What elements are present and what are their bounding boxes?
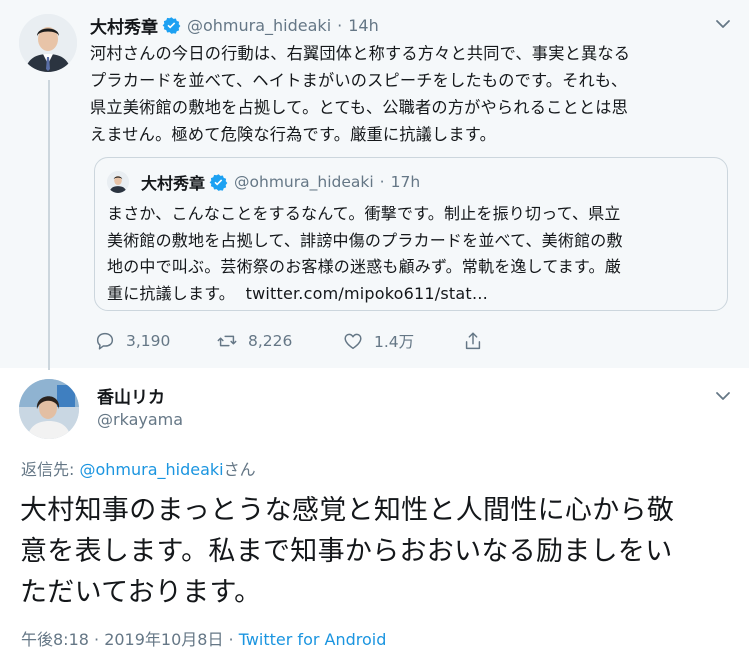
- author-name[interactable]: 大村秀章: [90, 13, 158, 38]
- parent-tweet-text: 河村さんの今日の行動は、右翼団体と称する方々と共同で、事実と異なる プラカードを…: [90, 40, 730, 148]
- retweet-button[interactable]: 8,226: [216, 330, 342, 352]
- reply-author-handle[interactable]: @rkayama: [97, 410, 183, 429]
- verified-badge-icon: [209, 173, 228, 192]
- reply-tweet-text: 大村知事のまっとうな感覚と知性と人間性に心から敬 意を表します。私まで知事からお…: [20, 490, 732, 613]
- reply-author-name[interactable]: 香山リカ: [97, 383, 165, 408]
- text-line: プラカードを並べて、ヘイトまがいのスピーチをしたものです。それも、: [90, 71, 628, 90]
- reply-button[interactable]: 3,190: [94, 330, 216, 352]
- quoted-author-handle: @ohmura_hideaki: [234, 173, 374, 191]
- text-line: 意を表します。私まで知事からおおいなる励ましをい: [20, 536, 673, 567]
- author-handle[interactable]: @ohmura_hideaki: [187, 16, 331, 35]
- quoted-tweet-header: 大村秀章 @ohmura_hideaki · 17h: [107, 170, 420, 194]
- share-button[interactable]: [462, 330, 494, 352]
- text-line: まさか、こんなことをするなんて。衝撃です。制止を振り切って、県立: [107, 204, 621, 223]
- text-line: ただいております。: [20, 577, 262, 608]
- parent-tweet-header: 大村秀章 @ohmura_hideaki · 14h: [90, 12, 379, 38]
- separator-dot: ·: [379, 173, 385, 191]
- heart-icon: [344, 333, 362, 350]
- mention-link[interactable]: @ohmura_hideaki: [79, 460, 223, 479]
- chevron-down-icon[interactable]: [713, 386, 733, 406]
- like-button[interactable]: 1.4万: [342, 330, 462, 352]
- tweet-source-link[interactable]: Twitter for Android: [239, 630, 387, 649]
- retweet-count: 8,226: [248, 332, 293, 350]
- text-line: えません。極めて危険な行為です。厳重に抗議します。: [90, 125, 496, 144]
- text-line: 県立美術館の敷地を占拠して。とても、公職者の方がやられることとは思: [90, 98, 629, 117]
- tweet-time[interactable]: 14h: [348, 16, 379, 35]
- avatar-kayama[interactable]: [19, 379, 79, 439]
- replying-to: 返信先: @ohmura_hideakiさん: [21, 456, 256, 480]
- quoted-tweet-time: 17h: [390, 173, 421, 191]
- like-count: 1.4万: [374, 333, 415, 351]
- reply-count: 3,190: [126, 332, 171, 350]
- text-line: 大村知事のまっとうな感覚と知性と人間性に心から敬: [20, 495, 675, 526]
- quoted-avatar: [107, 171, 129, 193]
- avatar-omura[interactable]: [19, 14, 77, 72]
- text-line: 美術館の敷地を占拠して、誹謗中傷のプラカードを並べて、美術館の敷: [107, 230, 623, 250]
- replying-to-suffix: さん: [223, 460, 256, 479]
- text-line: 地の中で叫ぶ。芸術祭のお客様の迷惑も顧みず。常軌を逸してます。厳: [107, 257, 621, 276]
- separator-dot: ·: [337, 15, 343, 35]
- tweet-meta: 午後8:18 · 2019年10月8日 · Twitter for Androi…: [21, 626, 386, 650]
- quoted-tweet-text: まさか、こんなことをするなんて。衝撃です。制止を振り切って、県立 美術館の敷地を…: [107, 201, 719, 307]
- verified-badge-icon: [162, 16, 181, 35]
- quoted-author-name: 大村秀章: [141, 174, 206, 193]
- thread-connector-line: [48, 80, 50, 370]
- text-line-end: 重に抗議します。: [107, 283, 236, 303]
- chevron-down-icon[interactable]: [713, 14, 733, 34]
- tweet-actions: 3,190 8,226 1.4万: [94, 328, 494, 354]
- text-line: 河村さんの今日の行動は、右翼団体と称する方々と共同で、事実と異なる: [90, 44, 631, 63]
- replying-to-label: 返信先:: [21, 460, 80, 479]
- quoted-link[interactable]: twitter.com/mipoko611/stat…: [246, 284, 488, 303]
- reply-icon: [96, 332, 114, 350]
- quoted-tweet-card[interactable]: 大村秀章 @ohmura_hideaki · 17h まさか、こんなことをするな…: [94, 157, 728, 311]
- text-line: 重に抗議します。 twitter.com/mipoko611/stat…: [107, 281, 719, 308]
- share-icon: [465, 332, 481, 350]
- retweet-icon: [217, 335, 237, 347]
- tweet-timestamp[interactable]: 午後8:18 · 2019年10月8日: [21, 630, 223, 649]
- separator-dot: ·: [223, 630, 239, 649]
